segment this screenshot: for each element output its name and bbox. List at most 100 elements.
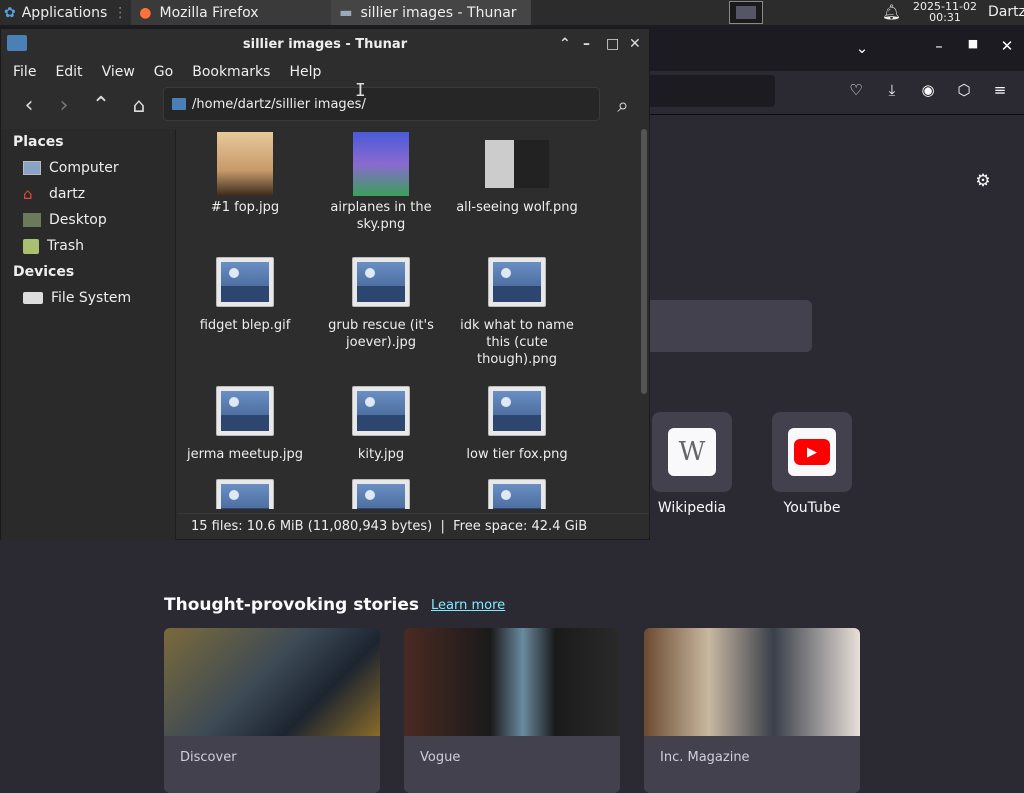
settings-gear-icon[interactable]: ⚙ [972,171,994,191]
story-card[interactable]: Discover [164,628,380,793]
file-name: grub rescue (it's joever).jpg [328,318,434,350]
story-card[interactable]: Vogue [404,628,620,793]
thunar-body: Places Computer ⌂ dartz Desktop Trash De… [1,129,649,540]
file-item[interactable]: fidget blep.gif [177,247,313,334]
minimize-icon[interactable]: – [928,37,950,55]
home-icon[interactable]: ⌂ [125,91,153,119]
sidebar-item-filesystem[interactable]: File System [1,285,175,311]
file-item[interactable]: grub rescue (it's joever).jpg [313,247,449,351]
file-name: idk what to name this (cute though).png [460,318,574,367]
account-icon[interactable]: ◉ [917,81,939,99]
image-placeholder-icon [216,479,274,509]
image-placeholder-icon [488,386,546,436]
file-name: jerma meetup.jpg [187,447,303,462]
computer-icon [23,161,41,175]
sidebar-item-computer[interactable]: Computer [1,155,175,181]
file-item[interactable]: kity.jpg [313,376,449,463]
shortcut-label: YouTube [783,500,841,516]
maximize-icon[interactable]: □ [606,36,619,52]
window-title: sillier images - Thunar [242,36,408,52]
close-icon[interactable]: ✕ [996,37,1018,55]
applications-label: Applications [21,4,108,21]
shortcut-wikipedia[interactable]: W Wikipedia [652,412,732,516]
story-card[interactable]: Inc. Magazine [644,628,860,793]
sidebar-item-label: Computer [49,160,119,176]
minimize-icon[interactable]: – [583,36,590,52]
devices-header: Devices [13,264,75,280]
image-placeholder-icon [352,386,410,436]
menu-bar: File Edit View Go Bookmarks Help [1,59,649,85]
file-name: fidget blep.gif [199,318,291,333]
file-item[interactable]: #1 fop.jpg [177,129,313,216]
menu-help[interactable]: Help [277,64,328,80]
folder-window-icon [7,35,27,51]
sidebar-item-trash[interactable]: Trash [1,233,175,259]
status-bar: 15 files: 10.6 MiB (11,080,943 bytes) | … [177,513,649,539]
image-placeholder-icon [352,479,410,509]
folder-icon [172,98,186,110]
maximize-icon[interactable]: ■ [962,37,984,50]
stories-heading: Thought-provoking stories [164,595,420,615]
file-item[interactable] [313,469,449,509]
image-thumbnail [217,132,273,196]
sidebar-item-label: File System [51,290,132,306]
wikipedia-icon: W [668,428,716,476]
thunar-window: sillier images - Thunar ⌃ – □ ✕ File Edi… [0,28,650,540]
file-name: airplanes in the sky.png [330,200,432,232]
shortcut-youtube[interactable]: ▶ YouTube [772,412,852,516]
folder-icon: ▬ [339,4,353,21]
sidebar-item-label: Desktop [49,212,107,228]
menu-go[interactable]: Go [142,64,180,80]
forward-icon[interactable]: › [50,91,78,119]
file-grid: #1 fop.jpg airplanes in the sky.png all-… [177,129,641,509]
file-item[interactable]: airplanes in the sky.png [313,129,449,233]
image-placeholder-icon [352,257,410,307]
file-item[interactable] [449,469,585,509]
drive-icon [23,292,43,304]
file-name: #1 fop.jpg [210,200,280,215]
menu-edit[interactable]: Edit [43,64,89,80]
user-menu[interactable]: Dartz [988,4,1024,20]
up-icon[interactable]: ⌃ [87,91,115,119]
applications-menu[interactable]: ✿ Applications ⋮ [0,0,131,25]
menu-bookmarks[interactable]: Bookmarks [180,64,277,80]
workspace-switcher[interactable] [729,1,763,24]
vertical-scrollbar[interactable] [641,129,647,394]
menu-file[interactable]: File [1,64,43,80]
taskbar-firefox[interactable]: ● Mozilla Firefox [131,0,332,25]
thunar-titlebar[interactable]: sillier images - Thunar ⌃ – □ ✕ [1,29,649,59]
search-icon[interactable]: ⌕ [609,91,637,119]
story-source: Discover [180,750,237,765]
taskbar-thunar[interactable]: ▬ sillier images - Thunar [331,0,532,25]
menu-view[interactable]: View [90,64,142,80]
back-icon[interactable]: ‹ [15,91,43,119]
workspace-thumbnail [736,6,756,19]
learn-more-link[interactable]: Learn more [431,598,505,613]
story-image [644,628,860,736]
file-item[interactable] [177,469,313,509]
image-placeholder-icon [488,479,546,509]
menu-icon[interactable]: ≡ [989,81,1011,99]
sidebar-item-desktop[interactable]: Desktop [1,207,175,233]
downloads-icon[interactable]: ⤓ [881,81,903,99]
shade-icon[interactable]: ⌃ [559,36,571,52]
file-name: low tier fox.png [466,447,568,462]
file-item[interactable]: idk what to name this (cute though).png [449,247,585,368]
close-icon[interactable]: ✕ [629,36,641,52]
image-placeholder-icon [216,257,274,307]
text-cursor-icon: I [355,80,366,101]
places-header: Places [13,134,64,150]
file-item[interactable]: low tier fox.png [449,376,585,463]
file-item[interactable]: jerma meetup.jpg [177,376,313,463]
story-source: Inc. Magazine [660,750,750,765]
pocket-icon[interactable]: ♡ [845,81,867,99]
location-bar[interactable]: /home/dartz/sillier images/ [163,87,600,121]
extensions-icon[interactable]: ⬡ [953,81,975,99]
clock[interactable]: 2025-11-02 00:31 [910,1,980,23]
desktop-icon [23,213,41,227]
sidebar-item-dartz[interactable]: ⌂ dartz [1,181,175,207]
notification-bell-icon[interactable]: 🔔︎ [882,3,901,21]
file-item[interactable]: all-seeing wolf.png [449,129,585,216]
list-all-tabs-icon[interactable]: ⌄ [851,39,873,57]
task-label: Mozilla Firefox [159,4,259,21]
